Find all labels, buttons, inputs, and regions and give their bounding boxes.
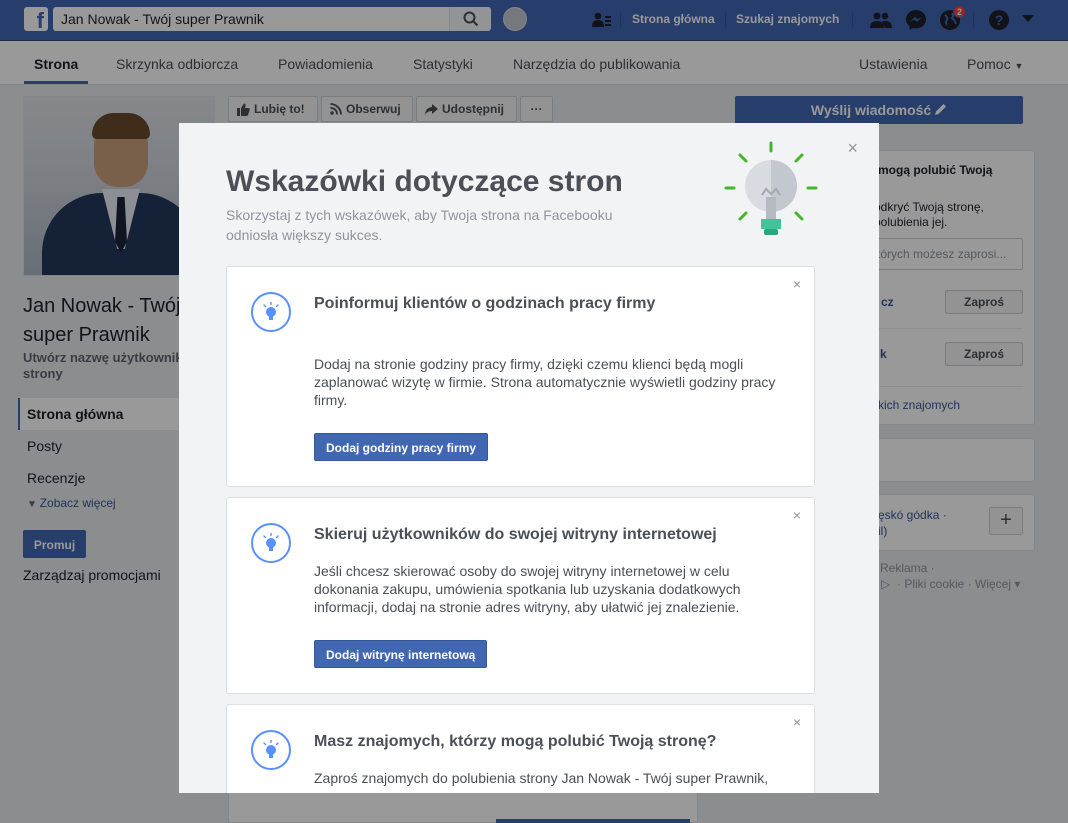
tip-lightbulb-icon	[251, 523, 291, 563]
close-icon[interactable]: ×	[793, 508, 801, 522]
tip-lightbulb-icon	[251, 730, 291, 770]
page-tips-dialog: × Wskazówki dotyczące stron Skorzystaj z…	[179, 123, 879, 793]
close-icon[interactable]: ×	[793, 715, 801, 729]
close-icon[interactable]: ×	[847, 139, 858, 157]
add-website-button[interactable]: Dodaj witrynę internetową	[314, 640, 488, 668]
dialog-subtitle: Skorzystaj z tych wskazówek, aby Twoja s…	[226, 207, 613, 243]
tip-title: Skieruj użytkowników do swojej witryny i…	[314, 526, 717, 543]
tip-card: × Poinformuj klientów o godzinach pracy …	[226, 266, 815, 487]
lightbulb-icon	[724, 141, 818, 235]
tip-card: × Masz znajomych, którzy mogą polubić Tw…	[226, 704, 815, 793]
add-business-hours-button[interactable]: Dodaj godziny pracy firmy	[314, 433, 489, 461]
dialog-title: Wskazówki dotyczące stron	[226, 165, 623, 198]
tip-title: Poinformuj klientów o godzinach pracy fi…	[314, 295, 656, 312]
close-icon[interactable]: ×	[793, 277, 801, 291]
tip-body: Dodaj na stronie godziny pracy firmy, dz…	[314, 356, 776, 408]
tip-body: Zaproś znajomych do polubienia strony Ja…	[314, 770, 769, 786]
tip-lightbulb-icon	[251, 292, 291, 332]
tip-title: Masz znajomych, którzy mogą polubić Twoj…	[314, 733, 717, 750]
tip-card: × Skieruj użytkowników do swojej witryny…	[226, 497, 815, 694]
tip-body: Jeśli chcesz skierować osoby do swojej w…	[314, 563, 741, 615]
